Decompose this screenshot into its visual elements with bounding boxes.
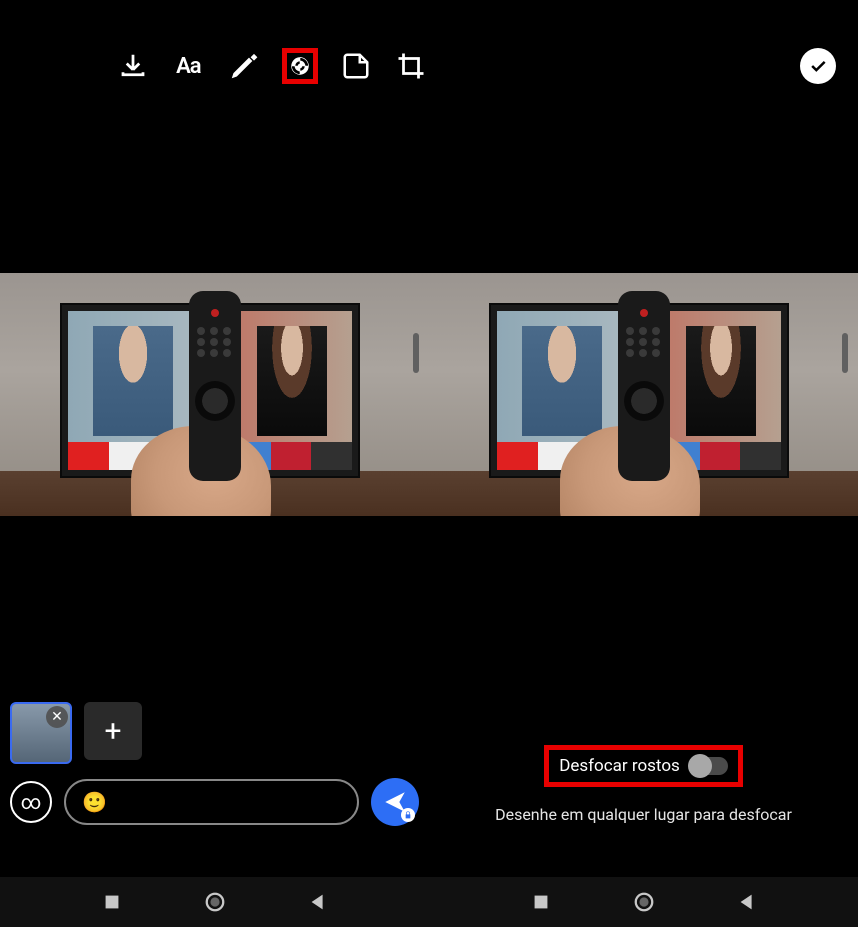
lock-badge <box>401 808 415 822</box>
crop-icon <box>396 51 426 81</box>
back-button[interactable] <box>307 891 329 913</box>
pencil-icon <box>229 51 259 81</box>
blur-icon <box>291 51 309 81</box>
remove-thumbnail-button[interactable]: ✕ <box>46 706 68 728</box>
recent-apps-button[interactable] <box>101 891 123 913</box>
nav-bar <box>429 877 858 927</box>
download-icon <box>118 51 148 81</box>
blur-panel: Desfocar rostos Desenhe em qualquer luga… <box>429 0 858 927</box>
media-thumbnail[interactable]: ✕ <box>10 702 72 764</box>
blur-faces-label: Desfocar rostos <box>559 756 680 776</box>
editor-toolbar: Aa <box>0 36 429 96</box>
bottom-controls: ✕ + ∞ 🙂 <box>0 692 429 877</box>
photo-preview <box>0 273 429 516</box>
sticker-tool-button[interactable] <box>338 48 374 84</box>
editor-panel: Aa <box>0 0 429 927</box>
nav-bar <box>0 877 429 927</box>
blur-faces-row: Desfocar rostos <box>544 745 743 787</box>
emoji-icon: 🙂 <box>82 790 107 814</box>
blur-hint-text: Desenhe em qualquer lugar para desfocar <box>495 805 792 824</box>
recent-apps-button[interactable] <box>530 891 552 913</box>
home-button[interactable] <box>204 891 226 913</box>
blur-controls: Desfocar rostos Desenhe em qualquer luga… <box>429 692 858 877</box>
text-tool-button[interactable]: Aa <box>171 48 207 84</box>
blur-faces-toggle[interactable] <box>690 757 728 775</box>
checkmark-icon <box>808 56 828 76</box>
home-button[interactable] <box>633 891 655 913</box>
draw-tool-button[interactable] <box>226 48 262 84</box>
blur-tool-button[interactable] <box>282 48 318 84</box>
photo-preview[interactable] <box>429 273 858 516</box>
save-button[interactable] <box>115 48 151 84</box>
caption-input[interactable]: 🙂 <box>64 779 359 825</box>
back-button[interactable] <box>736 891 758 913</box>
lock-icon <box>404 811 412 819</box>
add-media-button[interactable]: + <box>84 702 142 760</box>
confirm-button[interactable] <box>800 48 836 84</box>
send-button[interactable] <box>371 778 419 826</box>
view-once-button[interactable]: ∞ <box>10 781 52 823</box>
crop-tool-button[interactable] <box>393 48 429 84</box>
sticker-icon <box>341 51 371 81</box>
